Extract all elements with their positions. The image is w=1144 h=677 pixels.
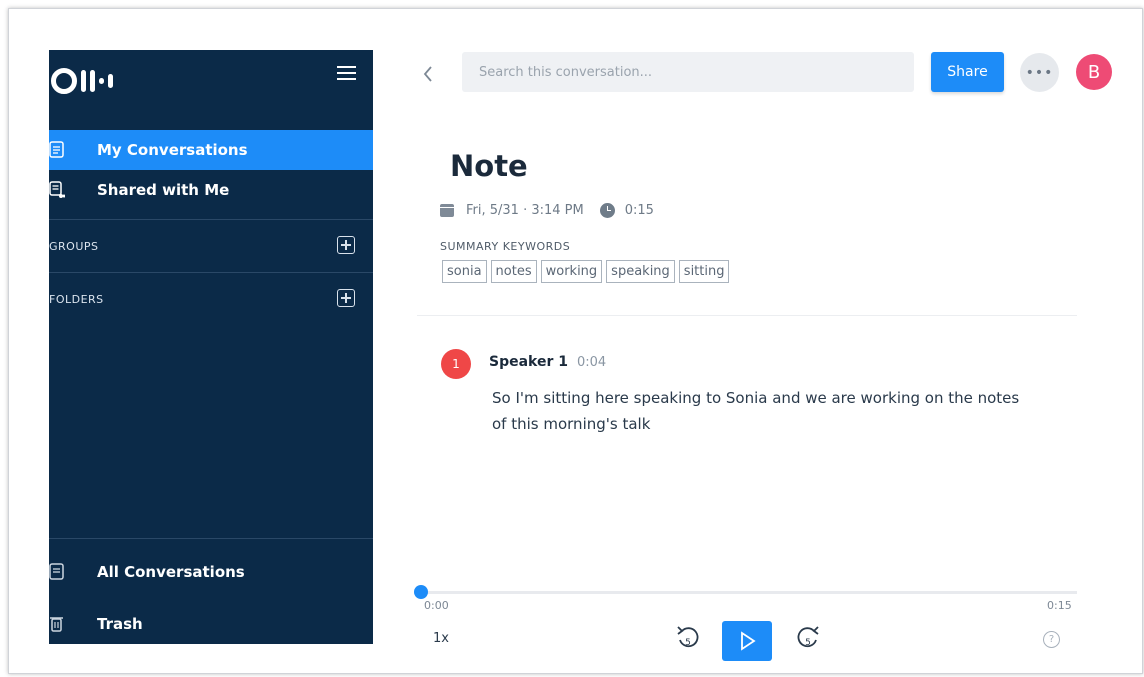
document-icon	[49, 141, 65, 159]
sidebar: My Conversations Shared with Me GROUPS F…	[49, 50, 373, 644]
playback-track[interactable]	[417, 591, 1077, 594]
otter-logo[interactable]	[51, 64, 113, 98]
playback-scrubber[interactable]	[414, 585, 428, 599]
content-divider	[417, 315, 1077, 316]
note-title[interactable]: Note	[450, 149, 528, 183]
section-title: GROUPS	[49, 240, 99, 253]
sidebar-item-label: All Conversations	[97, 563, 245, 581]
summary-keywords-label: SUMMARY KEYWORDS	[440, 240, 571, 253]
more-options-icon[interactable]: •••	[1020, 53, 1059, 92]
sidebar-item-shared-with-me[interactable]: Shared with Me	[49, 170, 373, 210]
folders-section: FOLDERS	[49, 272, 373, 325]
calendar-icon	[440, 203, 454, 217]
keyword-chip[interactable]: speaking	[606, 260, 675, 283]
sidebar-divider	[49, 538, 373, 539]
shared-document-icon	[49, 181, 65, 199]
speaker-badge: 1	[441, 349, 471, 379]
total-time: 0:15	[1047, 599, 1072, 612]
playback-speed-button[interactable]: 1x	[433, 631, 449, 646]
keyword-chip[interactable]: sonia	[442, 260, 487, 283]
document-icon	[49, 563, 65, 581]
forward-seconds: 5	[805, 638, 811, 648]
share-button[interactable]: Share	[931, 52, 1004, 92]
sidebar-item-my-conversations[interactable]: My Conversations	[49, 130, 373, 170]
note-duration: 0:15	[624, 202, 654, 218]
sidebar-item-all-conversations[interactable]: All Conversations	[49, 552, 373, 592]
trash-icon	[49, 615, 65, 633]
keyword-chip[interactable]: working	[540, 260, 603, 283]
clock-icon	[599, 202, 615, 218]
add-group-icon[interactable]	[337, 236, 355, 254]
forward-5-icon[interactable]: 5	[794, 622, 822, 652]
keyword-chip[interactable]: sitting	[678, 260, 730, 283]
keyword-list: sonia notes working speaking sitting	[442, 260, 730, 283]
search-input[interactable]	[462, 52, 914, 92]
avatar[interactable]: B	[1076, 54, 1112, 90]
groups-section: GROUPS	[49, 219, 373, 272]
hamburger-menu-icon[interactable]	[337, 66, 356, 81]
speaker-name[interactable]: Speaker 1	[489, 354, 568, 370]
play-button[interactable]	[722, 621, 772, 661]
current-time: 0:00	[424, 599, 449, 612]
rewind-5-icon[interactable]: 5	[674, 622, 702, 652]
add-folder-icon[interactable]	[337, 289, 355, 307]
sidebar-item-label: Trash	[97, 615, 143, 633]
keyword-chip[interactable]: notes	[490, 260, 537, 283]
rewind-seconds: 5	[685, 638, 691, 648]
help-icon[interactable]: ?	[1043, 631, 1060, 648]
note-meta: Fri, 5/31 · 3:14 PM 0:15	[440, 200, 654, 220]
sidebar-item-trash[interactable]: Trash	[49, 604, 373, 644]
sidebar-item-label: Shared with Me	[97, 181, 230, 199]
sidebar-item-label: My Conversations	[97, 141, 248, 159]
app-window: My Conversations Shared with Me GROUPS F…	[8, 8, 1143, 674]
transcript-timestamp[interactable]: 0:04	[577, 355, 606, 370]
note-date: Fri, 5/31 · 3:14 PM	[466, 202, 584, 218]
transcript-text[interactable]: So I'm sitting here speaking to Sonia an…	[492, 385, 1022, 437]
back-chevron-icon[interactable]	[419, 64, 439, 94]
section-title: FOLDERS	[49, 293, 104, 306]
